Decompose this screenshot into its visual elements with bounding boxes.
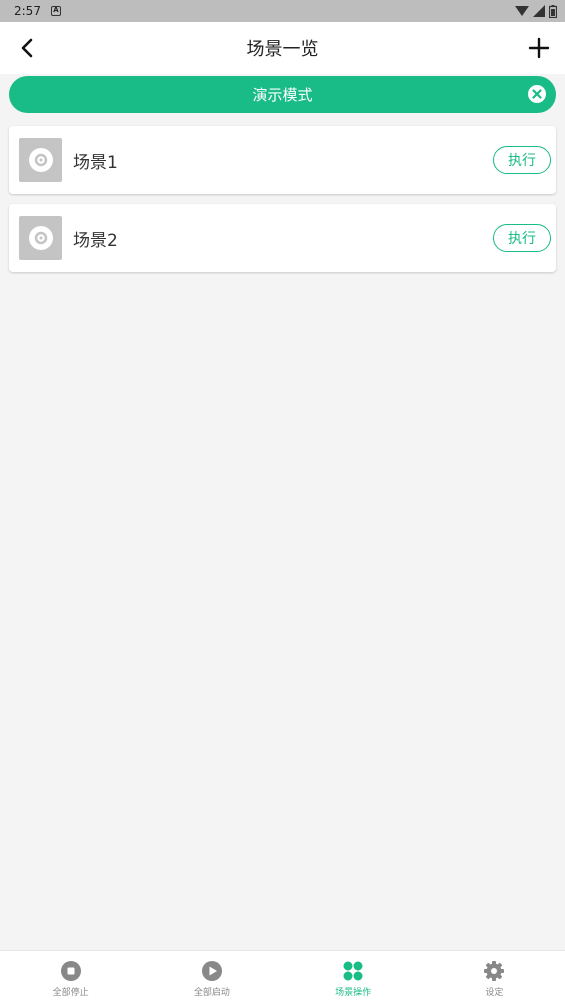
close-demo-button[interactable] <box>527 84 547 104</box>
nav-label: 设定 <box>485 988 504 998</box>
status-time: 2:57 <box>14 4 41 18</box>
wifi-icon <box>515 6 529 16</box>
nav-item-scene-ops[interactable]: 场景操作 <box>283 951 424 1004</box>
bottom-nav: 全部停止 全部启动 场景操作 设定 <box>0 950 565 1004</box>
play-icon <box>201 961 222 981</box>
app-header: 场景一览 <box>0 22 565 74</box>
nav-item-start-all[interactable]: 全部启动 <box>141 951 282 1004</box>
back-button[interactable] <box>14 34 42 62</box>
scene-card[interactable]: 场景1 执行 <box>9 126 556 194</box>
scene-name: 场景2 <box>73 231 118 251</box>
nav-item-settings[interactable]: 设定 <box>424 951 565 1004</box>
plus-icon <box>528 37 550 59</box>
scene-card[interactable]: 场景2 执行 <box>9 204 556 272</box>
execute-button[interactable]: 执行 <box>493 224 551 252</box>
status-left: 2:57 A <box>14 4 61 18</box>
nav-label: 全部停止 <box>52 988 89 998</box>
page-title: 场景一览 <box>246 39 319 60</box>
execute-button[interactable]: 执行 <box>493 146 551 174</box>
scene-thumbnail <box>19 216 62 260</box>
screen: 2:57 A 场景一览 演示模式 场景1 执行 场景2 执行 全部停止 全部启动… <box>0 0 565 1004</box>
scene-thumbnail <box>19 138 62 182</box>
scene-name: 场景1 <box>73 153 118 173</box>
scene-placeholder-icon <box>28 226 53 250</box>
nav-item-stop-all[interactable]: 全部停止 <box>0 951 141 1004</box>
chevron-left-icon <box>21 38 33 58</box>
stop-icon <box>60 961 81 981</box>
demo-mode-label: 演示模式 <box>252 86 313 104</box>
add-scene-button[interactable] <box>525 34 553 62</box>
nav-label: 场景操作 <box>335 988 372 998</box>
scene-grid-icon <box>343 961 363 981</box>
scene-placeholder-icon <box>28 148 53 172</box>
nav-label: 全部启动 <box>193 988 230 998</box>
status-right <box>515 4 557 18</box>
status-bar: 2:57 A <box>0 0 565 22</box>
notification-icon: A <box>50 6 61 16</box>
demo-mode-banner: 演示模式 <box>9 76 556 113</box>
battery-icon <box>549 4 557 18</box>
gear-icon <box>484 961 505 981</box>
close-circle-icon <box>528 85 546 103</box>
signal-icon <box>533 5 545 17</box>
